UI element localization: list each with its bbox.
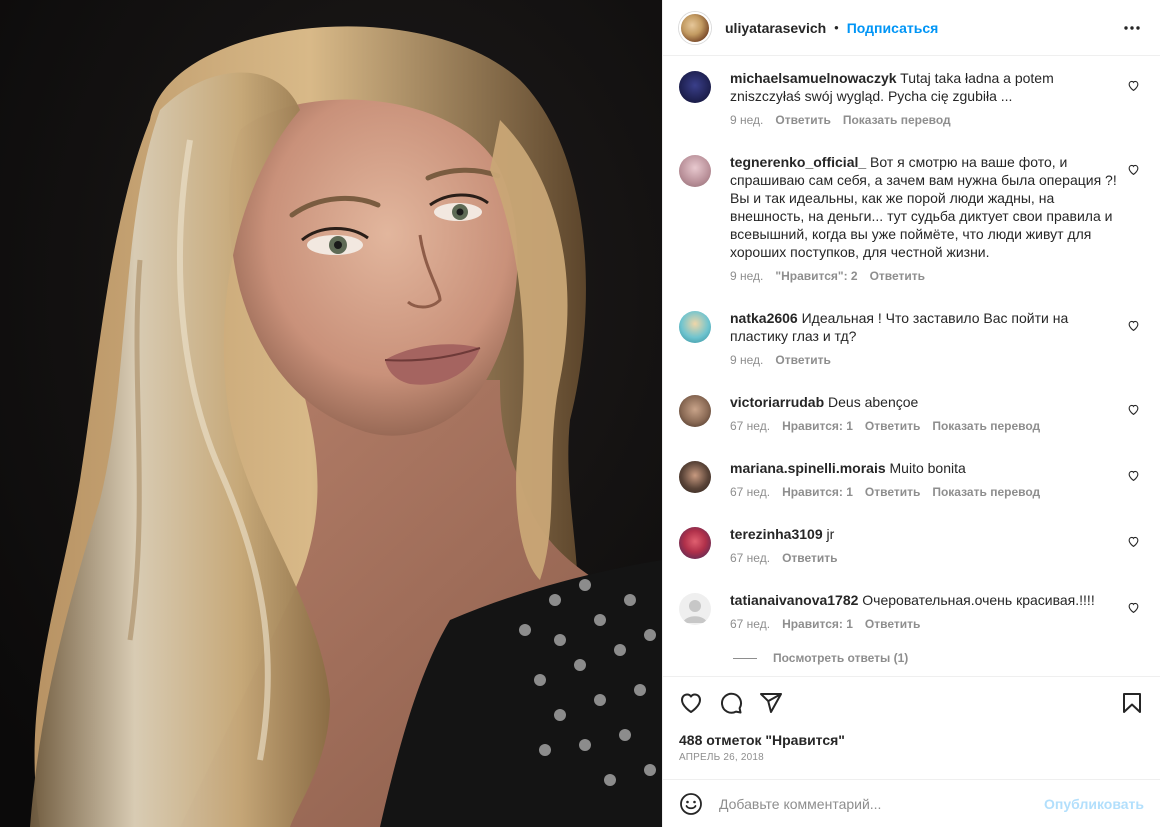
comment-likes-count[interactable]: Нравится: 1 (782, 419, 853, 433)
post-comment-button[interactable]: Опубликовать (1044, 796, 1144, 812)
comment-time[interactable]: 67 нед. (730, 485, 770, 499)
comment-meta: 67 нед. Нравится: 1 Ответить Показать пе… (730, 485, 1118, 499)
comment-username[interactable]: tegnerenko_official_ (730, 154, 866, 170)
like-button[interactable] (679, 691, 703, 715)
comment-time[interactable]: 67 нед. (730, 617, 770, 631)
action-bar (663, 676, 1160, 728)
heart-icon[interactable] (1127, 319, 1140, 332)
comment-text-block: tatianaivanova1782 Очеровательная.очень … (730, 591, 1118, 609)
comment-text: Muito bonita (889, 460, 966, 476)
comment-text-block: tegnerenko_official_ Вот я смотрю на ваш… (730, 153, 1118, 261)
commenter-avatar[interactable] (679, 311, 711, 343)
comment-likes-count[interactable]: "Нравится": 2 (775, 269, 857, 283)
comment-time[interactable]: 9 нед. (730, 353, 763, 367)
translate-button[interactable]: Показать перевод (932, 485, 1040, 499)
heart-icon[interactable] (1127, 163, 1140, 176)
likes-count[interactable]: 488 отметок "Нравится" (679, 732, 845, 748)
reply-button[interactable]: Ответить (865, 485, 920, 499)
comment-text: Очеровательная.очень красивая.!!!! (862, 592, 1095, 608)
comment-text: Deus abençoe (828, 394, 919, 410)
commenter-avatar[interactable] (679, 155, 711, 187)
heart-icon[interactable] (1127, 469, 1140, 482)
comment-time[interactable]: 67 нед. (730, 419, 770, 433)
emoji-icon[interactable] (679, 792, 703, 816)
view-replies-label: Посмотреть ответы (1) (773, 651, 909, 665)
comment-likes-count[interactable]: Нравится: 1 (782, 485, 853, 499)
default-avatar-icon (683, 600, 707, 623)
heart-icon[interactable] (1127, 535, 1140, 548)
reply-button[interactable]: Ответить (782, 551, 837, 565)
comment-text-block: terezinha3109 jr (730, 525, 1118, 543)
author-username[interactable]: uliyatarasevich (725, 20, 826, 36)
commenter-avatar[interactable] (679, 395, 711, 427)
comment-button[interactable] (719, 691, 743, 715)
heart-icon[interactable] (1127, 79, 1140, 92)
follow-button[interactable]: Подписаться (847, 20, 939, 36)
comment-meta: 67 нед. Нравится: 1 Ответить (730, 617, 1118, 631)
comment-time[interactable]: 9 нед. (730, 269, 763, 283)
reply-button[interactable]: Ответить (775, 113, 830, 127)
post-header: uliyatarasevich • Подписаться (663, 0, 1160, 56)
comment-text: jr (826, 526, 835, 542)
comment-meta: 67 нед. Нравится: 1 Ответить Показать пе… (730, 419, 1118, 433)
comment-username[interactable]: michaelsamuelnowaczyk (730, 70, 897, 86)
comment-item: mariana.spinelli.morais Muito bonita 67 … (679, 459, 1148, 499)
save-button[interactable] (1120, 691, 1144, 715)
comment-text-block: natka2606 Идеальная ! Что заставило Вас … (730, 309, 1118, 345)
comment-text-block: mariana.spinelli.morais Muito bonita (730, 459, 1118, 477)
share-icon (760, 692, 782, 713)
translate-button[interactable]: Показать перевод (843, 113, 951, 127)
author-avatar[interactable] (679, 11, 711, 44)
commenter-avatar[interactable] (679, 527, 711, 559)
post-date[interactable]: АПРЕЛЬ 26, 2018 (679, 752, 764, 763)
commenter-avatar[interactable] (679, 461, 711, 493)
commenter-avatar[interactable] (679, 71, 711, 103)
replies-divider (733, 657, 757, 659)
comment-item: tatianaivanova1782 Очеровательная.очень … (679, 591, 1148, 631)
comment-username[interactable]: victoriarrudab (730, 394, 824, 410)
header-separator: • (834, 20, 839, 35)
comment-meta: 9 нед. "Нравится": 2 Ответить (730, 269, 1118, 283)
comment-input[interactable] (719, 795, 1035, 812)
comment-likes-count[interactable]: Нравится: 1 (782, 617, 853, 631)
share-button[interactable] (759, 691, 783, 715)
comment-item: terezinha3109 jr 67 нед. Ответить (679, 525, 1148, 565)
post-photo[interactable] (0, 0, 662, 827)
comment-icon (721, 692, 742, 714)
comment-item: michaelsamuelnowaczyk Tutaj taka ładna a… (679, 69, 1148, 127)
heart-icon[interactable] (1127, 403, 1140, 416)
comment-meta: 9 нед. Ответить (730, 353, 1118, 367)
bookmark-icon (1123, 692, 1141, 713)
comment-text-block: michaelsamuelnowaczyk Tutaj taka ładna a… (730, 69, 1118, 105)
commenter-avatar[interactable] (679, 593, 711, 625)
more-icon (1124, 25, 1140, 30)
portrait-image (0, 0, 662, 827)
comment-username[interactable]: terezinha3109 (730, 526, 823, 542)
comment-item: victoriarrudab Deus abençoe 67 нед. Нрав… (679, 393, 1148, 433)
view-replies-button[interactable]: Посмотреть ответы (1) (733, 651, 908, 665)
comment-text-block: victoriarrudab Deus abençoe (730, 393, 1118, 411)
reply-button[interactable]: Ответить (775, 353, 830, 367)
comment-time[interactable]: 67 нед. (730, 551, 770, 565)
comment-time[interactable]: 9 нед. (730, 113, 763, 127)
comment-username[interactable]: mariana.spinelli.morais (730, 460, 886, 476)
post-panel: uliyatarasevich • Подписаться michaelsam… (662, 0, 1160, 827)
reply-button[interactable]: Ответить (865, 419, 920, 433)
translate-button[interactable]: Показать перевод (932, 419, 1040, 433)
comment-meta: 9 нед. Ответить Показать перевод (730, 113, 1118, 127)
comment-username[interactable]: tatianaivanova1782 (730, 592, 858, 608)
heart-icon[interactable] (1127, 601, 1140, 614)
add-comment-bar: Опубликовать (663, 779, 1160, 827)
reply-button[interactable]: Ответить (870, 269, 925, 283)
comment-meta: 67 нед. Ответить (730, 551, 1118, 565)
comment-item: tegnerenko_official_ Вот я смотрю на ваш… (679, 153, 1148, 283)
heart-icon (681, 693, 701, 713)
comment-item: natka2606 Идеальная ! Что заставило Вас … (679, 309, 1148, 367)
reply-button[interactable]: Ответить (865, 617, 920, 631)
comment-username[interactable]: natka2606 (730, 310, 798, 326)
comments-list[interactable]: michaelsamuelnowaczyk Tutaj taka ładna a… (663, 57, 1160, 675)
more-options-button[interactable] (1120, 16, 1144, 40)
